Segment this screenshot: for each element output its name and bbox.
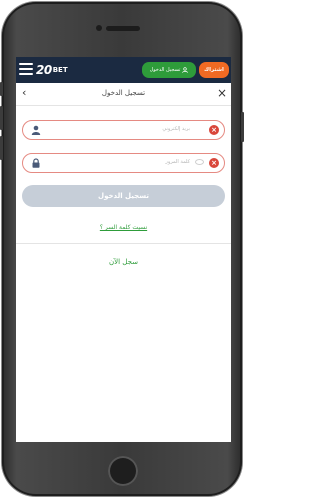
power-button (241, 112, 244, 142)
login-button-label: تسجيل الدخول (149, 67, 181, 73)
email-user-icon (31, 125, 41, 135)
home-button (108, 456, 138, 486)
logo-text: BET (52, 66, 68, 74)
email-placeholder: بريد إلكتروني (162, 126, 190, 132)
lock-icon (32, 158, 40, 168)
login-button[interactable]: تسجيل الدخول (142, 62, 196, 78)
phone-frame: 20 BET تسجيل الدخول اشتراك ‹ تسجيل الدخو… (0, 2, 244, 496)
signup-button[interactable]: اشتراك (199, 62, 229, 78)
submit-login-button[interactable]: تسجيل الدخول (22, 185, 225, 207)
login-header: ‹ تسجيل الدخول × (16, 83, 231, 106)
divider (16, 243, 231, 244)
signup-button-label: اشتراك (204, 67, 224, 73)
brand-logo[interactable]: 20 BET (36, 62, 68, 78)
earpiece-speaker (106, 26, 140, 31)
logo-number: 20 (36, 63, 52, 77)
password-placeholder: كلمة المرور (165, 159, 190, 165)
volume-up-button (0, 106, 3, 130)
page-title: تسجيل الدخول (101, 89, 146, 97)
close-icon[interactable]: × (217, 86, 227, 100)
submit-login-label: تسجيل الدخول (98, 192, 149, 200)
register-now-link[interactable]: سجل الآن (16, 258, 231, 266)
error-icon: × (209, 158, 219, 168)
top-navigation-bar: 20 BET تسجيل الدخول اشتراك (16, 57, 231, 83)
password-field[interactable]: كلمة المرور × (22, 153, 225, 173)
volume-down-button (0, 136, 3, 160)
front-camera (96, 25, 102, 31)
mute-switch (0, 82, 3, 96)
error-icon: × (209, 125, 219, 135)
eye-icon[interactable] (195, 159, 204, 165)
hamburger-icon[interactable] (19, 63, 33, 77)
user-icon (182, 67, 189, 73)
email-field[interactable]: بريد إلكتروني × (22, 120, 225, 140)
screen: 20 BET تسجيل الدخول اشتراك ‹ تسجيل الدخو… (16, 57, 231, 442)
forgot-password-link[interactable]: نسيت كلمة السر ؟ (16, 224, 231, 231)
